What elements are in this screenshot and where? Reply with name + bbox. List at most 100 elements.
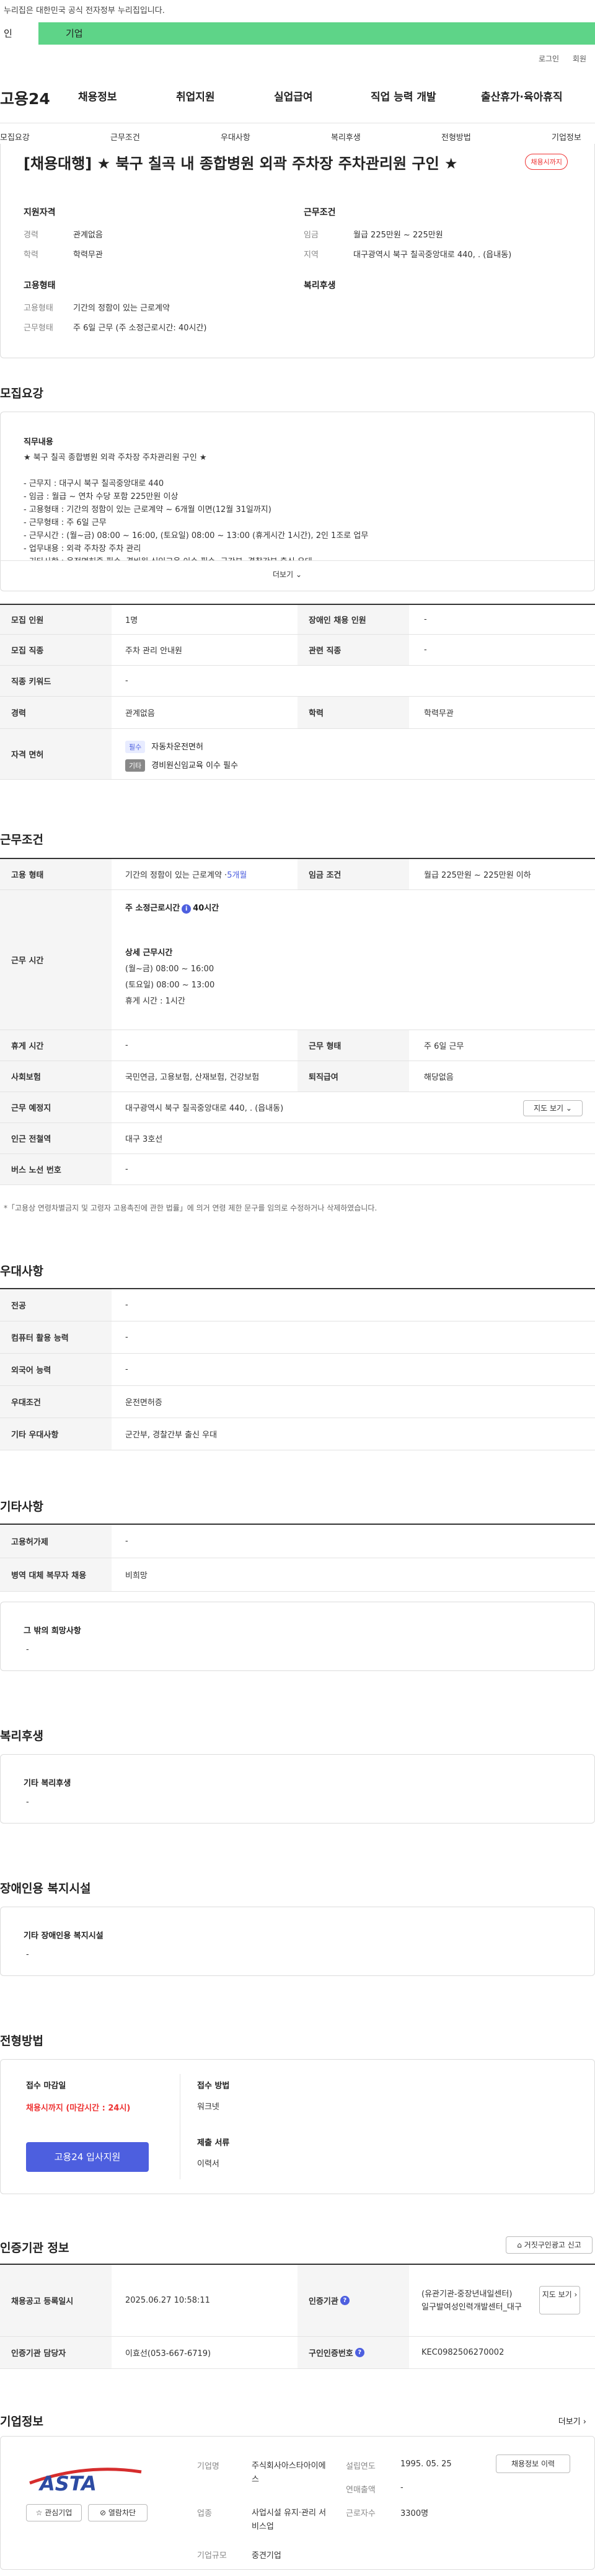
docs-title: 제출 서류 [197, 2138, 230, 2148]
gnb-job-info[interactable]: 채용정보 [78, 88, 117, 104]
table-row: 버스 노선 번호 - [0, 1154, 595, 1185]
ret-label: 퇴직급여 [298, 1061, 409, 1092]
subnav-company[interactable]: 기업정보 [552, 131, 581, 143]
reg-value: 2025.06.27 10:58:11 [125, 2296, 210, 2305]
table-row: 컴퓨터 활용 능력 - [0, 1321, 595, 1354]
wish-title: 그 밖의 희망사항 [24, 1626, 81, 1636]
dis-label: 장애인 채용 인원 [298, 605, 409, 634]
org-label: 인증기관 [309, 2297, 338, 2306]
more-button[interactable]: 더보기 ⌄ [273, 569, 302, 580]
job-value: 주차 관리 안내원 [125, 646, 182, 656]
table-row: 채용공고 등록일시 2025.06.27 10:58:11 인증기관? (유관기… [0, 2265, 595, 2337]
signup-link[interactable]: 회원 [573, 55, 586, 63]
interest-button[interactable]: ☆ 관심기업 [26, 2504, 82, 2521]
pref-etc-label: 기타 우대사항 [0, 1418, 112, 1450]
subnav-pref[interactable]: 우대사항 [221, 131, 250, 143]
rel-value: - [424, 645, 427, 655]
mil-label: 병역 대체 복무자 채용 [0, 1558, 112, 1591]
table-row: 우대조건 운전면허증 [0, 1386, 595, 1418]
edu-row-label: 학력 [298, 697, 409, 728]
cert-no-value: KEC0982506270002 [421, 2348, 505, 2357]
major-value: - [125, 1300, 128, 1310]
site-logo[interactable]: 고용24 [0, 87, 50, 109]
lic1-value: 자동차운전면허 [151, 743, 203, 752]
docs-value: 이력서 [197, 2159, 219, 2169]
subnav-work[interactable]: 근무조건 [110, 131, 140, 143]
report-button[interactable]: ⌂ 거짓구인광고 신고 [506, 2236, 593, 2254]
job-label: 모집 직종 [0, 635, 112, 665]
subnav-recruit[interactable]: 모집요강 [0, 131, 30, 143]
facility-card [0, 1907, 595, 1976]
table-row: 근무 예정지 대구광역시 북구 칠곡중앙대로 440, . (읍내동) 지도 보… [0, 1092, 595, 1123]
form-label: 근무형태 [24, 324, 53, 333]
method-title: 접수 방법 [197, 2081, 230, 2091]
info-icon[interactable]: ? [355, 2348, 364, 2357]
ins-label: 사회보험 [0, 1061, 112, 1092]
table-row: 자격 면허 필수 자동차운전면허 기타 경비원신임교육 이수 필수 [0, 729, 595, 780]
gov-notice: 누리집은 대한민국 공식 전자정부 누리집입니다. [4, 6, 165, 15]
duty-text: ★ 북구 칠곡 종합병원 외곽 주차장 주차관리원 구인 ★ - 근무지 : 대… [24, 453, 369, 560]
subway-label: 인근 전철역 [0, 1123, 112, 1153]
apply-button[interactable]: 고용24 입사지원 [26, 2142, 149, 2172]
ins-value: 국민연금, 고용보험, 산재보험, 건강보험 [125, 1073, 260, 1082]
info-icon[interactable]: ? [340, 2296, 350, 2305]
co-biz-value: 사업시설 유지·관리 서비스업 [252, 2508, 327, 2531]
hours-break: 휴게 시간 : 1시간 [125, 997, 185, 1006]
home-icon: ⌂ [517, 2241, 522, 2249]
co-rev-value: - [400, 2483, 403, 2492]
cert-no-label: 구인인증번호 [309, 2349, 353, 2358]
table-row: 근무 시간 주 소정근로시간 i 40시간 상세 근무시간 (월~금) 08:00 … [0, 890, 595, 1030]
benefit-title: 기타 복리후생 [24, 1779, 71, 1788]
work-heading: 근무조건 [0, 833, 43, 847]
company-heading: 기업정보 [0, 2415, 43, 2428]
cnt-value: 1명 [125, 616, 138, 625]
map-button-label: 지도 보기 [534, 1104, 564, 1113]
emp-heading: 고용형태 [24, 281, 56, 291]
loc-label: 지역 [304, 250, 319, 260]
subnav-process[interactable]: 전형방법 [441, 131, 471, 143]
process-heading: 전형방법 [0, 2034, 43, 2048]
facility-heading: 장애인용 복지시설 [0, 1882, 91, 1895]
kw-value: - [125, 676, 128, 686]
co-size-label: 기업규모 [197, 2551, 227, 2561]
co-rev-label: 연매출액 [346, 2486, 376, 2495]
bus-value: - [125, 1165, 128, 1174]
history-button[interactable]: 채용정보 이력 [496, 2455, 570, 2473]
etc-chip: 기타 [125, 759, 146, 772]
segment-company[interactable]: 기업 [38, 22, 595, 45]
map-button[interactable]: 지도 보기 ⌄ [523, 1100, 583, 1116]
hours-weekday: (월~금) 08:00 ~ 16:00 [125, 964, 214, 974]
co-est-value: 1995. 05. 25 [400, 2459, 452, 2469]
info-icon[interactable]: i [182, 904, 192, 914]
type-label: 고용형태 [24, 304, 53, 313]
svg-text:ASTA: ASTA [38, 2472, 97, 2495]
gnb-vocational-training[interactable]: 직업 능력 개발 [371, 88, 436, 104]
co-size-value: 중견기업 [252, 2551, 281, 2561]
company-more[interactable]: 더보기 › [558, 2415, 586, 2427]
work-type-label: 고용 형태 [0, 859, 112, 889]
edu-row-value: 학력무관 [424, 709, 454, 718]
career-row-value: 관계없음 [125, 709, 155, 718]
table-row: 병역 대체 복무자 채용 비희망 [0, 1558, 595, 1592]
process-card [0, 2059, 595, 2194]
deadline-value: 채용시까지 (마감시간 : 24시) [26, 2104, 131, 2113]
cond-heading: 근무조건 [304, 208, 336, 218]
org-map-button[interactable]: 지도 보기 › [539, 2286, 580, 2314]
login-link[interactable]: 로그인 [539, 55, 559, 63]
wage-label: 임금 [304, 231, 319, 240]
wish-card [0, 1602, 595, 1671]
lic2-value: 경비원신임교육 이수 필수 [151, 761, 239, 770]
segment-individual[interactable]: 인 [0, 22, 38, 45]
gnb-unemployment-benefit[interactable]: 실업급여 [274, 88, 313, 104]
gnb-employment-support[interactable]: 취업지원 [176, 88, 215, 104]
co-name-label: 기업명 [197, 2462, 219, 2471]
co-biz-label: 업종 [197, 2509, 212, 2518]
util-menu: 로그인 회원 [527, 53, 586, 64]
table-row: 인근 전철역 대구 3호선 [0, 1123, 595, 1154]
loc-value: 대구광역시 북구 칠곡중앙대로 440, . (읍내동) [353, 250, 512, 260]
subnav-benefit[interactable]: 복리후생 [331, 131, 361, 143]
gnb-parental-leave[interactable]: 출산휴가·육아휴직 [481, 88, 563, 104]
block-button[interactable]: ⊘ 열람차단 [88, 2504, 148, 2521]
interest-label: 관심기업 [45, 2508, 73, 2517]
table-row: 경력 관계없음 학력 학력무관 [0, 697, 595, 729]
